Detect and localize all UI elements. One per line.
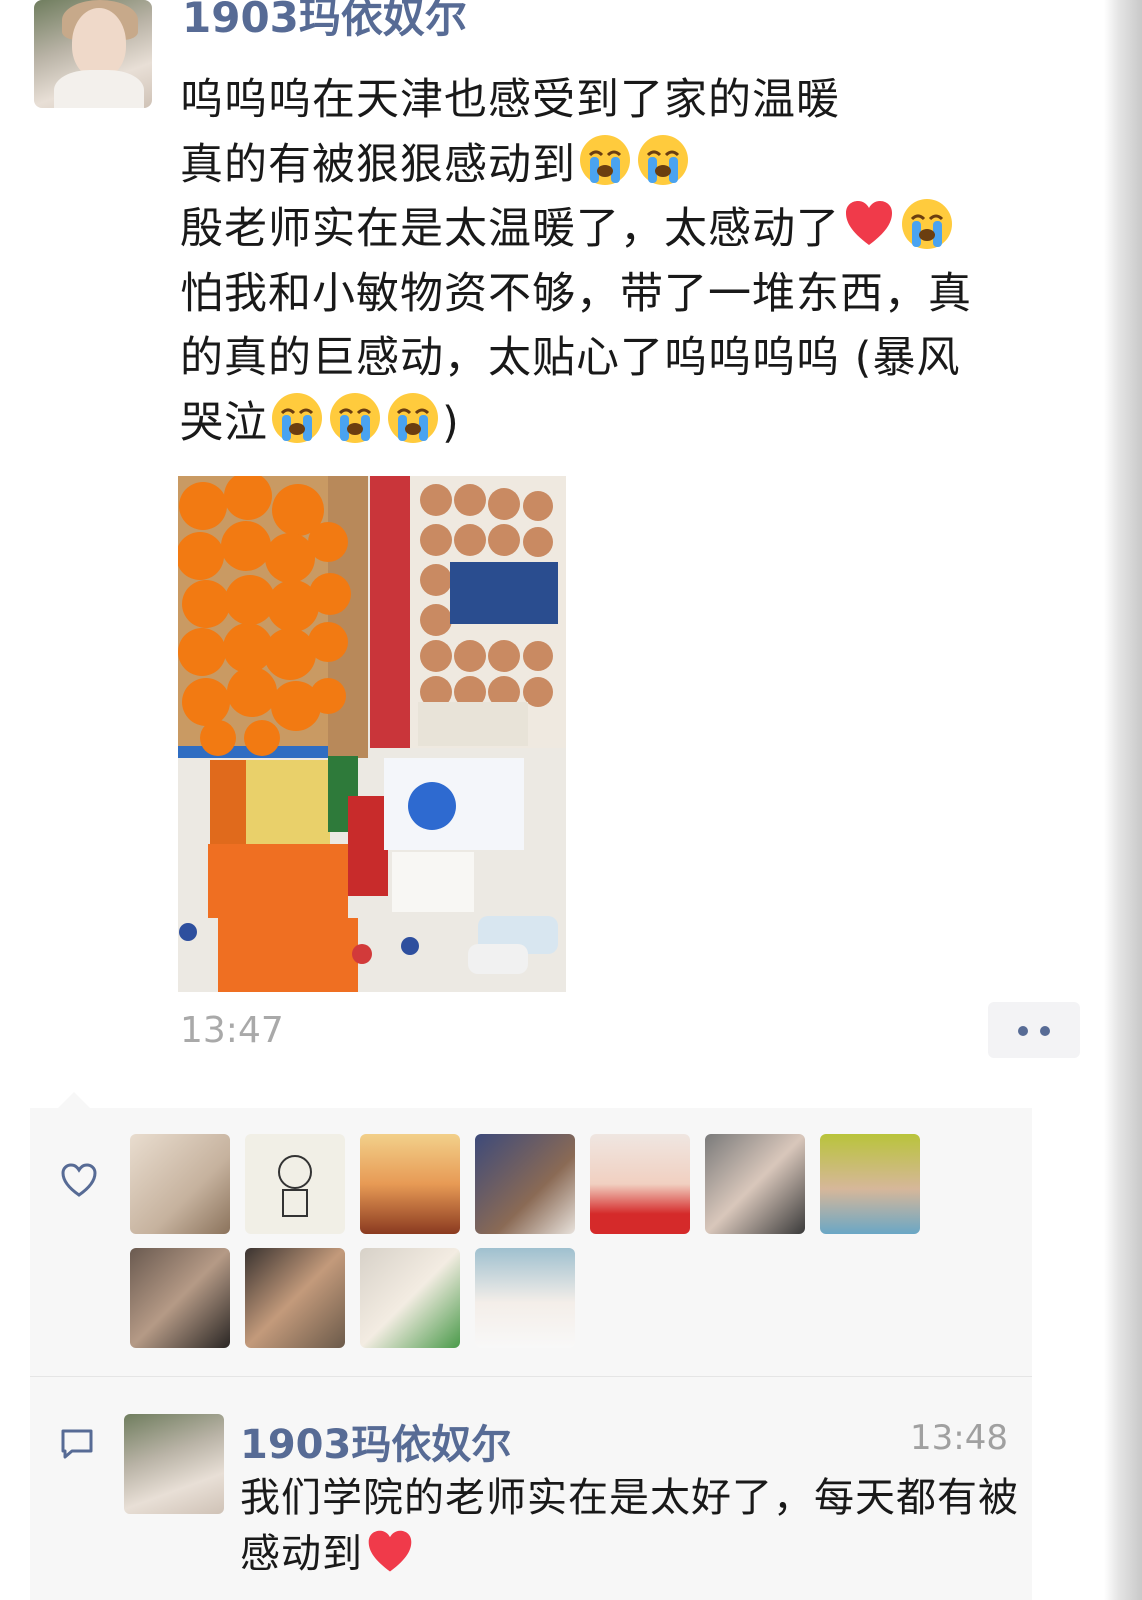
like-avatar[interactable] [130, 1248, 230, 1348]
like-avatar[interactable] [820, 1134, 920, 1234]
like-avatar[interactable] [705, 1134, 805, 1234]
post-line-2: 真的有被狠狠感动到 [180, 139, 576, 190]
more-button[interactable] [988, 1002, 1080, 1058]
crying-face-emoji-icon [272, 392, 322, 443]
comment-author-avatar[interactable] [124, 1414, 224, 1514]
comment-text: 我们学院的老师实在是太好了，每天都有被感动到 [240, 1470, 1020, 1582]
crying-face-emoji-icon [580, 134, 630, 185]
crying-face-emoji-icon [902, 199, 952, 249]
heart-outline-icon [61, 1163, 97, 1197]
post-line-4: 怕我和小敏物资不够，带了一堆东西，真 [180, 268, 972, 319]
post-line-5: 的真的巨感动，太贴心了呜呜呜呜 (暴风 [180, 333, 961, 383]
like-avatar[interactable] [590, 1134, 690, 1234]
post-text: 呜呜呜在天津也感受到了家的温暖 真的有被狠狠感动到 殷老师实在是太温暖了，太感动… [180, 68, 1080, 455]
post-line-3: 殷老师实在是太温暖了，太感动了 [180, 204, 840, 254]
like-avatar[interactable] [245, 1134, 345, 1234]
crying-face-emoji-icon [388, 392, 438, 443]
comment-bubble-icon [61, 1429, 93, 1459]
post-time: 13:47 [180, 1010, 284, 1051]
more-dots-icon [1018, 1026, 1028, 1036]
like-avatar[interactable] [360, 1248, 460, 1348]
red-heart-emoji-icon [846, 201, 892, 245]
more-dots-icon [1040, 1026, 1050, 1036]
like-avatar[interactable] [475, 1248, 575, 1348]
screen-edge-strip [1104, 0, 1142, 1600]
like-avatar[interactable] [475, 1134, 575, 1234]
crying-face-emoji-icon [638, 134, 688, 185]
like-avatar[interactable] [360, 1134, 460, 1234]
crying-face-emoji-icon [330, 392, 380, 443]
like-avatar[interactable] [245, 1248, 345, 1348]
red-heart-emoji-icon [368, 1530, 412, 1572]
comment-text-content: 我们学院的老师实在是太好了，每天都有被感动到 [240, 1475, 1019, 1577]
comment-time: 13:48 [910, 1418, 1008, 1458]
post-line-6: 哭泣 [180, 397, 268, 448]
post-author-avatar[interactable] [34, 0, 152, 108]
post-photo[interactable] [178, 476, 566, 992]
groceries-photo-image [178, 476, 566, 992]
comment-author-name[interactable]: 1903玛依奴尔 [240, 1412, 511, 1470]
panel-divider [30, 1376, 1032, 1377]
post-line-1: 呜呜呜在天津也感受到了家的温暖 [180, 75, 840, 125]
post-line-7: ) [442, 397, 460, 448]
like-avatar[interactable] [130, 1134, 230, 1234]
panel-caret [58, 1092, 90, 1108]
post-author-name[interactable]: 1903玛依奴尔 [182, 0, 467, 40]
cartoon-sketch-icon [278, 1155, 312, 1217]
